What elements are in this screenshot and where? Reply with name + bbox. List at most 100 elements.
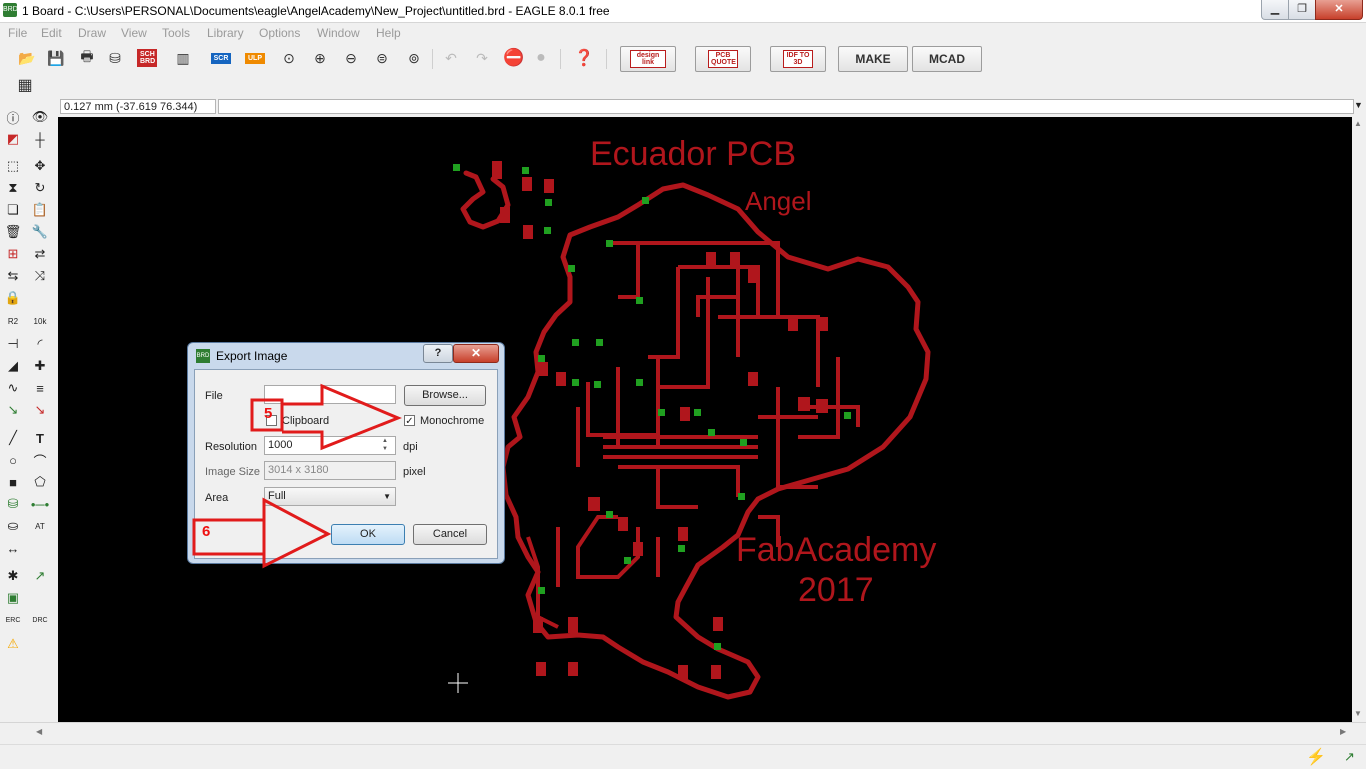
wrench-icon[interactable]: 🔧 [30,222,50,242]
ripup-icon[interactable]: ↘ [30,400,50,420]
scroll-right-icon[interactable]: ▶ [1340,727,1346,736]
zoom-out-icon[interactable]: ⊖ [340,47,362,69]
rotate-icon[interactable]: ↻ [30,178,50,198]
zoom-in-icon[interactable]: ⊕ [309,47,331,69]
file-input[interactable] [264,385,396,404]
wire-icon[interactable]: ╱ [3,428,23,448]
autorouter-icon[interactable]: ↗ [30,566,50,586]
vertical-scrollbar[interactable]: ▲ ▼ [1352,117,1366,722]
maximize-button[interactable]: ❐ [1288,0,1316,20]
horizontal-scrollbar[interactable]: ◀ ▶ [0,722,1366,745]
undo-icon[interactable]: ↶ [440,47,462,69]
ratsnest-icon[interactable]: ✱ [3,566,23,586]
menu-draw[interactable]: Draw [78,26,106,40]
ok-button[interactable]: OK [331,524,405,545]
value-icon[interactable]: 10k [30,311,50,331]
menu-help[interactable]: Help [376,26,401,40]
menu-library[interactable]: Library [207,26,244,40]
grid-icon[interactable]: ▦ [14,74,36,96]
name-icon[interactable]: R2 [3,311,23,331]
idf-to-3d-button[interactable]: IDF TO 3D [770,46,826,72]
go-icon[interactable]: ● [530,47,552,69]
design-link-button[interactable]: design link [620,46,676,72]
cam-icon[interactable]: ⛁ [104,47,126,69]
add-icon[interactable]: ⊞ [3,244,23,264]
resolution-spinner-icon[interactable]: ▲ ▼ [382,437,388,453]
swap-icon[interactable]: ⇆ [3,266,23,286]
errors-icon[interactable]: ⚠ [3,634,23,654]
menu-file[interactable]: File [8,26,27,40]
dimension-icon[interactable]: ↔ [3,538,23,558]
mark-icon[interactable]: ┼ [30,129,50,149]
scr-icon[interactable]: SCR [210,47,232,69]
attribute-icon[interactable]: AT [30,516,50,536]
rect-icon[interactable]: ■ [3,472,23,492]
dialog-close-button[interactable]: ✕ [453,344,499,363]
close-window-button[interactable]: ✕ [1315,0,1363,20]
split-icon[interactable]: ⊣ [3,334,23,354]
smash-icon[interactable]: ◢ [3,356,23,376]
paste-icon[interactable]: 📋 [30,200,50,220]
menu-window[interactable]: Window [317,26,360,40]
command-dropdown-icon[interactable]: ▼ [1354,100,1363,110]
save-icon[interactable]: 💾 [45,47,67,69]
pcb-quote-button[interactable]: PCB QUOTE [695,46,751,72]
arc-icon[interactable]: ⌒ [30,450,50,470]
eagle-app-icon: BRD [3,3,18,17]
help-icon[interactable]: ❓ [573,47,595,69]
stop-icon[interactable]: ⛔ [503,47,525,69]
miter-icon[interactable]: ◜ [30,334,50,354]
route-icon[interactable]: ↘ [3,400,23,420]
scroll-down-icon[interactable]: ▼ [1354,709,1362,718]
minimize-button[interactable]: ▁ [1261,0,1289,20]
open-icon[interactable]: 📂 [16,47,38,69]
signal-icon[interactable]: •─• [30,494,50,514]
via-icon[interactable]: ⛁ [3,494,23,514]
zoom-fit-icon[interactable]: ⊙ [278,47,300,69]
print-icon[interactable]: 🖶 [76,47,98,69]
redo-icon[interactable]: ↷ [471,47,493,69]
lock-icon[interactable]: 🔒 [3,288,23,308]
zoom-redraw-icon[interactable]: ⊜ [371,47,393,69]
menu-options[interactable]: Options [259,26,300,40]
delete-icon[interactable]: 🗑 [3,222,23,242]
select-icon[interactable]: ⬚ [3,156,23,176]
replace-icon[interactable]: ⇄ [30,244,50,264]
menu-tools[interactable]: Tools [162,26,190,40]
show-icon[interactable]: 👁 [30,107,50,127]
copy-icon[interactable]: ❏ [3,200,23,220]
display-layers-icon[interactable]: ◩ [3,129,23,149]
command-line-input[interactable] [218,99,1354,114]
lock-change-icon[interactable]: ⤨ [30,266,50,286]
hole-icon[interactable]: ⛀ [3,516,23,536]
dialog-help-button[interactable]: ? [423,344,453,363]
mcad-button[interactable]: MCAD [912,46,982,72]
circle-icon[interactable]: ○ [3,450,23,470]
design-link-label: design link [630,50,666,68]
cancel-button[interactable]: Cancel [413,524,487,545]
mirror-icon[interactable]: ⧗ [3,178,23,198]
scroll-up-icon[interactable]: ▲ [1354,119,1362,128]
route-multi-icon[interactable]: ✚ [30,356,50,376]
optimize-icon[interactable]: ▣ [3,588,23,608]
library-icon[interactable]: ▥ [172,47,194,69]
zoom-select-icon[interactable]: ⊚ [403,47,425,69]
menu-edit[interactable]: Edit [41,26,62,40]
erc-icon[interactable]: ERC [3,610,23,630]
monochrome-checkbox[interactable]: ✓ [404,415,415,427]
sch-brd-icon[interactable]: SCH BRD [136,47,158,69]
move-icon[interactable]: ✥ [30,156,50,176]
diff-pair-icon[interactable]: ≡ [30,378,50,398]
make-button[interactable]: MAKE [838,46,908,72]
polygon-icon[interactable]: ⬠ [30,472,50,492]
meander-icon[interactable]: ∿ [3,378,23,398]
scroll-left-icon[interactable]: ◀ [36,727,42,736]
ulp-icon[interactable]: ULP [244,47,266,69]
text-icon[interactable]: T [30,428,50,448]
drc-icon[interactable]: DRC [30,610,50,630]
info-icon[interactable]: ⓘ [3,107,23,127]
resolution-input[interactable]: 1000 [264,436,396,455]
browse-button[interactable]: Browse... [404,385,486,406]
area-select[interactable]: Full ▼ [264,487,396,506]
menu-view[interactable]: View [121,26,147,40]
